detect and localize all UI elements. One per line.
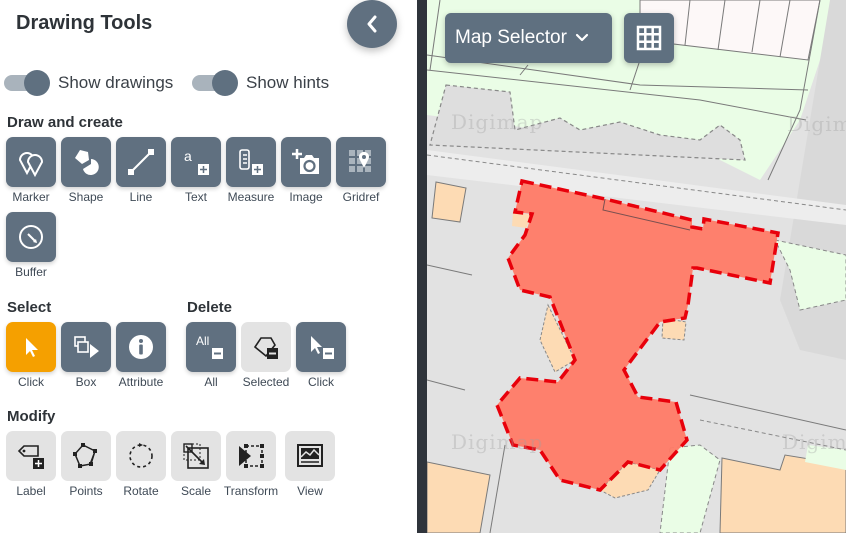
tool-shape[interactable]: Shape	[61, 137, 111, 204]
tool-label: Buffer	[15, 265, 47, 279]
map-selector-dropdown[interactable]: Map Selector	[445, 13, 612, 63]
rotate-icon	[129, 443, 153, 468]
building-bottom-left	[427, 461, 491, 533]
draw-create-heading: Draw and create	[7, 114, 123, 131]
tool-image[interactable]: Image	[281, 137, 331, 204]
points-icon	[73, 443, 97, 468]
shape-button[interactable]	[61, 137, 111, 187]
tool-delete-selected[interactable]: Selected	[241, 322, 291, 389]
tool-buffer[interactable]: Buffer	[6, 212, 56, 279]
show-drawings-toggle-row: Show drawings	[4, 70, 173, 96]
delete-all-glyph: All	[196, 334, 209, 348]
text-add-icon: a	[184, 148, 209, 175]
tool-label: View	[297, 484, 323, 498]
show-hints-toggle[interactable]	[192, 70, 238, 96]
delete-click-button[interactable]	[296, 322, 346, 372]
building-bottom-right	[719, 454, 846, 533]
tool-select-click[interactable]: Click	[6, 322, 56, 389]
grid-toggle-button[interactable]	[624, 13, 674, 63]
measure-button[interactable]	[226, 137, 276, 187]
delete-all-button[interactable]: All	[186, 322, 236, 372]
modify-points-button[interactable]	[61, 431, 111, 481]
watermark: Digimap	[787, 112, 846, 136]
drawing-tools-panel: Drawing Tools Show drawings Show hints D…	[0, 0, 417, 533]
delete-all-icon: All	[196, 334, 223, 359]
view-icon	[297, 444, 323, 467]
buffer-button[interactable]	[6, 212, 56, 262]
box-select-icon	[74, 336, 99, 358]
show-drawings-label: Show drawings	[58, 73, 174, 92]
line-button[interactable]	[116, 137, 166, 187]
gridref-button[interactable]	[336, 137, 386, 187]
tool-modify-rotate[interactable]: Rotate	[116, 431, 166, 498]
show-drawings-toggle[interactable]	[4, 70, 50, 96]
tool-delete-all[interactable]: All All	[186, 322, 236, 389]
modify-label-button[interactable]	[6, 431, 56, 481]
tool-line[interactable]: Line	[116, 137, 166, 204]
modify-transform-button[interactable]	[226, 431, 276, 481]
tool-modify-transform[interactable]: Transform	[224, 431, 278, 498]
map-view[interactable]: Digimap Digimap Digimap Digimap	[427, 0, 846, 533]
add-image-icon	[292, 149, 319, 174]
text-button[interactable]: a	[171, 137, 221, 187]
line-icon	[128, 149, 154, 175]
gridref-icon	[349, 150, 371, 172]
building-small	[431, 181, 467, 223]
tool-label: Attribute	[118, 375, 164, 389]
tool-modify-view[interactable]: View	[285, 431, 335, 498]
shape-icon	[75, 150, 99, 175]
image-button[interactable]	[281, 137, 331, 187]
toggle-knob	[212, 70, 238, 96]
scale-icon	[183, 443, 209, 469]
delete-selected-button[interactable]	[241, 322, 291, 372]
chevron-left-icon	[367, 15, 377, 33]
select-click-button[interactable]	[6, 322, 56, 372]
tool-marker[interactable]: Marker	[6, 137, 56, 204]
panel-divider[interactable]	[417, 0, 427, 533]
tool-label: Click	[308, 375, 334, 389]
delete-click-icon	[311, 336, 334, 359]
tool-modify-label[interactable]: Label	[6, 431, 56, 498]
cursor-icon	[26, 338, 38, 357]
info-icon	[129, 335, 153, 359]
tool-select-attribute[interactable]: Attribute	[116, 322, 166, 389]
tool-measure[interactable]: Measure	[226, 137, 276, 204]
transform-icon	[239, 444, 264, 468]
select-box-button[interactable]	[61, 322, 111, 372]
map-selector-label: Map Selector	[455, 27, 567, 48]
delete-selected-icon	[253, 337, 278, 359]
watermark: Digimap	[782, 430, 846, 454]
measure-icon	[239, 149, 263, 175]
modify-view-button[interactable]	[285, 431, 335, 481]
select-attribute-button[interactable]	[116, 322, 166, 372]
tool-select-box[interactable]: Box	[61, 322, 111, 389]
marker-icon	[18, 152, 44, 177]
modify-scale-button[interactable]	[171, 431, 221, 481]
delete-heading: Delete	[187, 299, 233, 316]
grid-icon	[636, 25, 662, 51]
select-heading: Select	[7, 299, 52, 316]
tool-modify-points[interactable]: Points	[61, 431, 111, 498]
label-icon	[17, 445, 44, 469]
text-glyph: a	[184, 148, 192, 164]
buffer-icon	[19, 225, 43, 249]
marker-button[interactable]	[6, 137, 56, 187]
tool-gridref[interactable]: Gridref	[336, 137, 386, 204]
chevron-down-icon	[575, 33, 589, 42]
watermark: Digimap	[451, 430, 544, 454]
watermark: Digimap	[451, 110, 544, 134]
collapse-panel-button[interactable]	[347, 0, 397, 48]
tool-label: Gridref	[342, 190, 380, 204]
modify-rotate-button[interactable]	[116, 431, 166, 481]
tool-delete-click[interactable]: Click	[296, 322, 346, 389]
tool-text[interactable]: a Text	[171, 137, 221, 204]
show-hints-label: Show hints	[246, 73, 330, 92]
show-hints-toggle-row: Show hints	[192, 70, 329, 96]
panel-title: Drawing Tools	[16, 12, 153, 34]
modify-heading: Modify	[7, 408, 56, 425]
tool-modify-scale[interactable]: Scale	[171, 431, 221, 498]
toggle-knob	[24, 70, 50, 96]
